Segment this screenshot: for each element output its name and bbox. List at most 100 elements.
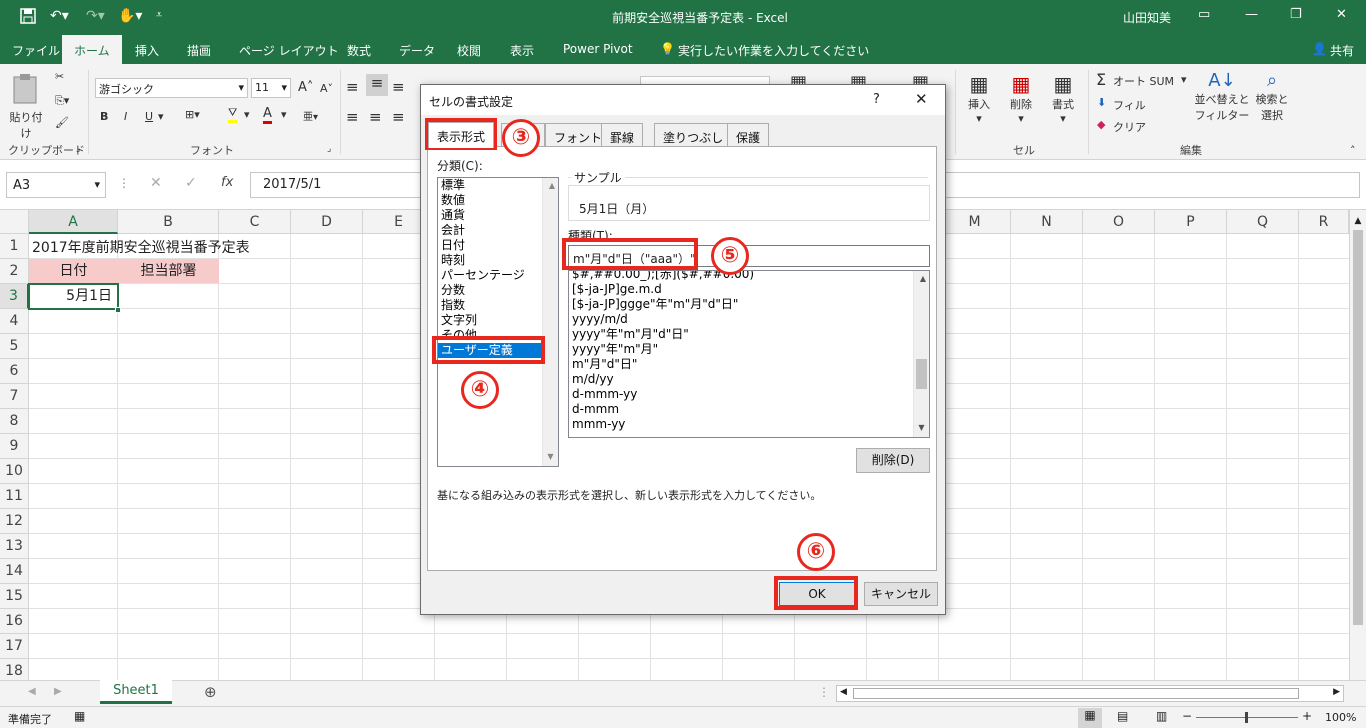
row-header-4[interactable]: 4 xyxy=(0,309,29,334)
align-top-icon[interactable]: ≡ xyxy=(346,78,359,96)
align-bottom-icon[interactable]: ≡ xyxy=(392,78,405,96)
fill-color-icon[interactable]: ⛛ xyxy=(228,106,238,123)
tab-border[interactable]: 罫線 xyxy=(601,123,644,147)
confirm-entry-icon[interactable]: ✓ xyxy=(185,175,197,191)
tab-protection[interactable]: 保護 xyxy=(727,123,770,147)
tell-me-icon[interactable]: 💡 xyxy=(660,42,675,56)
minimize-icon[interactable]: — xyxy=(1245,7,1258,22)
row-header-1[interactable]: 1 xyxy=(0,234,29,259)
col-header-p[interactable]: P xyxy=(1155,210,1227,234)
row-header-18[interactable]: 18 xyxy=(0,659,29,680)
insert-cells-button[interactable]: ▦ 挿入 ▾ xyxy=(962,72,996,125)
customize-qat-icon[interactable]: ⩡ xyxy=(156,8,162,22)
category-item[interactable]: 指数 xyxy=(438,298,558,313)
save-icon[interactable] xyxy=(20,8,36,28)
page-layout-view-icon[interactable]: ▤ xyxy=(1117,709,1128,723)
type-item[interactable]: [$-ja-JP]ge.m.d xyxy=(569,282,929,297)
tab-data[interactable]: データ xyxy=(399,42,435,59)
col-header-o[interactable]: O xyxy=(1083,210,1155,234)
user-name[interactable]: 山田知美 xyxy=(1123,9,1171,26)
font-size-box[interactable]: 11 ▾ xyxy=(251,78,291,98)
align-middle-icon[interactable]: ≡ xyxy=(366,74,388,96)
type-scrollbar[interactable]: ▲ ▼ xyxy=(913,271,929,437)
row-header-5[interactable]: 5 xyxy=(0,334,29,359)
grow-font-icon[interactable]: A˄ xyxy=(298,80,313,95)
underline-button[interactable]: U xyxy=(145,110,153,123)
row-header-12[interactable]: 12 xyxy=(0,509,29,534)
category-scrollbar[interactable]: ▲ ▼ xyxy=(542,178,558,466)
category-item[interactable]: 時刻 xyxy=(438,253,558,268)
font-color-dropdown-icon[interactable]: ▾ xyxy=(281,108,287,121)
type-item[interactable]: mmm-yy xyxy=(569,417,929,432)
cancel-button[interactable]: キャンセル xyxy=(864,582,938,606)
zoom-out-icon[interactable]: − xyxy=(1182,709,1192,723)
row-header-6[interactable]: 6 xyxy=(0,359,29,384)
fill-button[interactable]: フィル xyxy=(1113,97,1146,113)
format-painter-icon[interactable]: 🖌 xyxy=(55,116,69,129)
share-icon[interactable]: 👤 xyxy=(1312,42,1327,56)
category-item[interactable]: 標準 xyxy=(438,178,558,193)
tab-power-pivot[interactable]: Power Pivot xyxy=(563,42,633,56)
align-center-icon[interactable]: ≡ xyxy=(369,108,382,126)
cut-icon[interactable]: ✂ xyxy=(55,70,64,83)
new-sheet-icon[interactable]: ⊕ xyxy=(204,683,217,701)
row-header-9[interactable]: 9 xyxy=(0,434,29,459)
close-icon[interactable]: ✕ xyxy=(915,90,928,108)
type-item[interactable]: yyyy"年"m"月"d"日" xyxy=(569,327,929,342)
name-box[interactable]: A3 ▾ xyxy=(6,172,106,198)
fill-icon[interactable]: ⬇ xyxy=(1097,96,1106,109)
share-button[interactable]: 共有 xyxy=(1330,42,1354,59)
close-window-icon[interactable]: ✕ xyxy=(1336,7,1347,22)
delete-cells-button[interactable]: ▦ 削除 ▾ xyxy=(1004,72,1038,125)
tell-me-search[interactable]: 実行したい作業を入力してください xyxy=(678,42,869,59)
align-right-icon[interactable]: ≡ xyxy=(392,108,405,126)
type-item[interactable]: m/d/yy xyxy=(569,372,929,387)
type-item[interactable]: [$-ja-JP]ggge"年"m"月"d"日" xyxy=(569,297,929,312)
cell-b2[interactable]: 担当部署 xyxy=(118,259,219,283)
category-item[interactable]: 分数 xyxy=(438,283,558,298)
tab-formulas[interactable]: 数式 xyxy=(347,42,371,59)
category-item[interactable]: 会計 xyxy=(438,223,558,238)
tab-review[interactable]: 校閲 xyxy=(457,42,481,59)
type-item[interactable]: m"月"d"日" xyxy=(569,357,929,372)
category-item[interactable]: パーセンテージ xyxy=(438,268,558,283)
row-header-3[interactable]: 3 xyxy=(0,284,29,309)
tab-draw[interactable]: 描画 xyxy=(187,42,211,59)
fill-handle[interactable] xyxy=(115,307,121,313)
zoom-level[interactable]: 100% xyxy=(1325,711,1356,724)
font-name-box[interactable]: 游ゴシック ▾ xyxy=(95,78,248,98)
insert-function-icon[interactable]: fx xyxy=(221,175,233,190)
category-item[interactable]: 文字列 xyxy=(438,313,558,328)
row-header-13[interactable]: 13 xyxy=(0,534,29,559)
type-list[interactable]: $#,##0.00_);[赤]($#,##0.00) [$-ja-JP]ge.m… xyxy=(568,270,930,438)
tab-page-layout[interactable]: ページ レイアウト xyxy=(239,42,339,59)
row-header-14[interactable]: 14 xyxy=(0,559,29,584)
tab-insert[interactable]: 挿入 xyxy=(135,42,159,59)
zoom-in-icon[interactable]: + xyxy=(1302,709,1312,723)
prev-sheet-icon[interactable]: ◀ xyxy=(28,686,36,697)
type-item[interactable]: yyyy/m/d xyxy=(569,312,929,327)
row-header-17[interactable]: 17 xyxy=(0,634,29,659)
touch-mode-icon[interactable]: ✋▾ xyxy=(118,8,142,24)
cell-a2[interactable]: 日付 xyxy=(29,259,118,283)
fill-color-dropdown-icon[interactable]: ▾ xyxy=(244,108,250,121)
delete-format-button[interactable]: 削除(D) xyxy=(856,448,930,473)
borders-icon[interactable]: ⊞▾ xyxy=(185,108,200,121)
underline-dropdown-icon[interactable]: ▾ xyxy=(158,110,164,123)
type-item[interactable]: $#,##0.00_);[赤]($#,##0.00) xyxy=(569,271,929,282)
page-break-view-icon[interactable]: ▥ xyxy=(1156,709,1167,723)
row-header-11[interactable]: 11 xyxy=(0,484,29,509)
sheet-tab-sheet1[interactable]: Sheet1 xyxy=(100,680,172,704)
row-header-2[interactable]: 2 xyxy=(0,259,29,284)
macro-record-icon[interactable]: ▦ xyxy=(74,709,85,723)
paste-button[interactable]: 貼り付け xyxy=(8,72,44,141)
row-header-8[interactable]: 8 xyxy=(0,409,29,434)
row-header-16[interactable]: 16 xyxy=(0,609,29,634)
cell-a1[interactable]: 2017年度前期安全巡視当番予定表 xyxy=(32,237,250,257)
col-header-b[interactable]: B xyxy=(118,210,219,234)
category-item[interactable]: 通貨 xyxy=(438,208,558,223)
row-header-7[interactable]: 7 xyxy=(0,384,29,409)
clear-button[interactable]: クリア xyxy=(1113,119,1146,135)
col-header-r[interactable]: R xyxy=(1299,210,1349,234)
autosum-button[interactable]: オート SUM xyxy=(1113,73,1174,89)
